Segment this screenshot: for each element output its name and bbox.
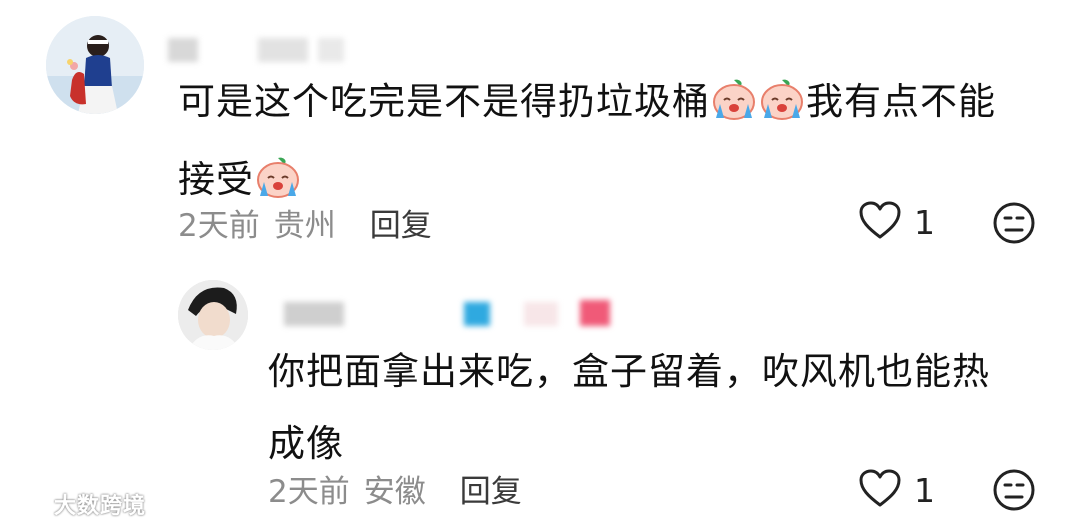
neutral-face-icon bbox=[992, 469, 1036, 516]
like-button[interactable]: 1 bbox=[858, 468, 935, 512]
watermark-text: 大数跨境 bbox=[54, 494, 147, 519]
reply-meta: 2天前 安徽 回复 bbox=[268, 466, 522, 511]
crying-peach-emoji bbox=[710, 72, 758, 144]
dislike-button[interactable] bbox=[992, 201, 1036, 249]
crying-peach-emoji bbox=[758, 72, 806, 144]
comment-region: 贵州 bbox=[273, 207, 336, 244]
reply-text-line2: 成像 bbox=[268, 422, 344, 465]
comment-time: 2天前 bbox=[178, 207, 260, 244]
comment-text-part1: 可是这个吃完是不是得扔垃圾桶 bbox=[178, 80, 710, 123]
avatar[interactable] bbox=[46, 16, 144, 114]
dislike-button[interactable] bbox=[992, 468, 1036, 516]
like-count: 1 bbox=[914, 470, 935, 510]
neutral-face-icon bbox=[992, 202, 1036, 249]
like-count: 1 bbox=[914, 202, 935, 242]
username-blurred bbox=[284, 300, 624, 328]
avatar-image bbox=[46, 16, 144, 114]
watermark: 大数跨境 bbox=[8, 488, 146, 520]
heart-outline-icon bbox=[858, 200, 902, 244]
comment-text-line2: 接受 bbox=[178, 158, 254, 201]
reply-text: 你把面拿出来吃，盒子留着，吹风机也能热 成像 bbox=[268, 336, 1058, 480]
like-button[interactable]: 1 bbox=[858, 200, 935, 244]
comment-text-part2: 我有点不能 bbox=[806, 80, 996, 123]
reply-time: 2天前 bbox=[268, 473, 350, 510]
reply-text-line1: 你把面拿出来吃，盒子留着，吹风机也能热 bbox=[268, 350, 990, 393]
avatar-image bbox=[178, 280, 248, 350]
reply-button[interactable]: 回复 bbox=[370, 200, 432, 245]
watermark-logo-icon bbox=[8, 488, 48, 520]
comment-meta: 2天前 贵州 回复 bbox=[178, 200, 432, 245]
reply-region: 安徽 bbox=[363, 473, 426, 510]
avatar[interactable] bbox=[178, 280, 248, 350]
username-blurred bbox=[168, 36, 368, 64]
reply-button[interactable]: 回复 bbox=[460, 466, 522, 511]
heart-outline-icon bbox=[858, 468, 902, 512]
